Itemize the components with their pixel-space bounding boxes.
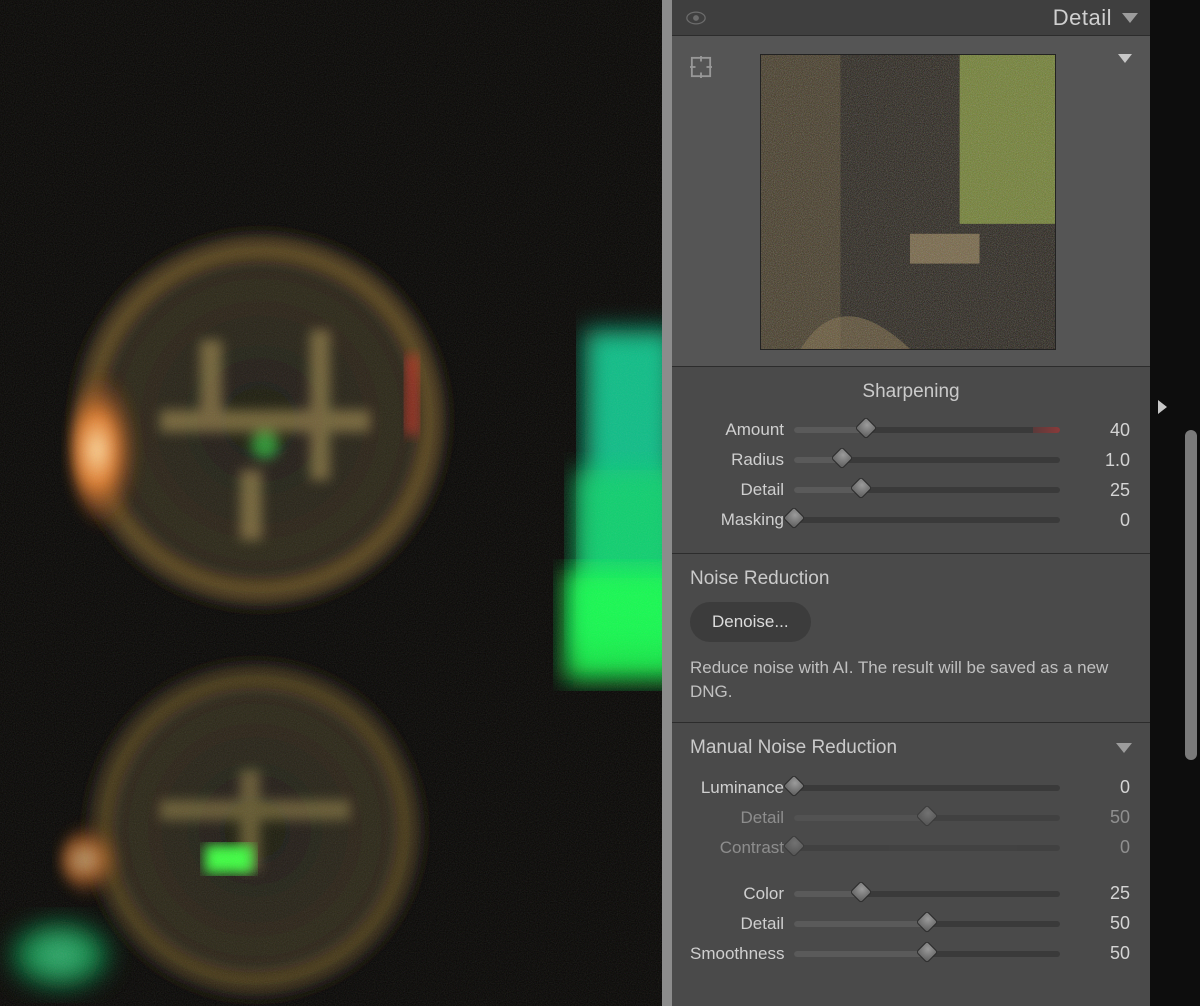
panel-divider[interactable] [662,0,672,1006]
right-gutter [1150,0,1200,1006]
color-detail-slider[interactable] [794,914,1060,934]
color-smoothness-thumb[interactable] [916,940,939,963]
luminance-luminance-slider[interactable] [794,778,1060,798]
sharpening-masking-label: Masking [690,510,784,530]
panel-header: Detail [672,0,1150,36]
manual-collapse-icon[interactable] [1116,743,1132,753]
sharpening-masking-row: Masking 0 [690,505,1132,535]
visibility-icon[interactable] [686,11,706,25]
luminance-luminance-thumb[interactable] [783,774,806,797]
sharpening-section: Sharpening Amount 40 Radius 1.0 Detail 25 Mask… [672,367,1150,554]
color-detail-label: Detail [690,914,784,934]
noise-reduction-title: Noise Reduction [690,568,1132,590]
sharpening-amount-value[interactable]: 40 [1070,420,1130,441]
panel-collapse-icon[interactable] [1122,13,1138,23]
luminance-detail-row: Detail 50 [690,803,1132,833]
panel-scrollbar[interactable] [1185,430,1197,760]
noise-reduction-section: Noise Reduction Denoise... Reduce noise … [672,554,1150,723]
denoise-button[interactable]: Denoise... [690,602,811,642]
luminance-luminance-label: Luminance [690,778,784,798]
luminance-contrast-label: Contrast [690,838,784,858]
main-image-content [0,0,662,1006]
expand-panel-icon[interactable] [1158,400,1167,414]
color-smoothness-row: Smoothness 50 [690,939,1132,969]
preview-collapse-icon[interactable] [1118,54,1132,63]
luminance-contrast-row: Contrast 0 [690,833,1132,863]
detail-preview-thumbnail[interactable] [760,54,1056,350]
color-detail-value[interactable]: 50 [1070,913,1130,934]
sharpening-detail-label: Detail [690,480,784,500]
sharpening-radius-value[interactable]: 1.0 [1070,450,1130,471]
color-smoothness-slider[interactable] [794,944,1060,964]
sharpening-masking-value[interactable]: 0 [1070,510,1130,531]
luminance-contrast-value: 0 [1070,837,1130,858]
luminance-luminance-value[interactable]: 0 [1070,777,1130,798]
main-image-view[interactable] [0,0,662,1006]
sharpening-amount-slider[interactable] [794,420,1060,440]
sharpening-radius-thumb[interactable] [831,447,854,470]
color-color-slider[interactable] [794,884,1060,904]
sharpening-radius-label: Radius [690,450,784,470]
sharpening-detail-value[interactable]: 25 [1070,480,1130,501]
detail-preview-section [672,36,1150,367]
color-detail-thumb[interactable] [916,910,939,933]
sharpening-radius-slider[interactable] [794,450,1060,470]
detail-picker-icon[interactable] [690,56,712,78]
sharpening-title: Sharpening [690,381,1132,403]
color-color-label: Color [690,884,784,904]
luminance-luminance-row: Luminance 0 [690,773,1132,803]
sharpening-amount-label: Amount [690,420,784,440]
sharpening-radius-row: Radius 1.0 [690,445,1132,475]
sharpening-detail-slider[interactable] [794,480,1060,500]
color-smoothness-label: Smoothness [690,944,784,964]
luminance-contrast-thumb [783,834,806,857]
manual-noise-reduction-section: Manual Noise Reduction Luminance 0 Detail 5… [672,723,1150,987]
detail-panel: Detail [672,0,1150,1006]
color-color-row: Color 25 [690,879,1132,909]
color-color-value[interactable]: 25 [1070,883,1130,904]
color-color-thumb[interactable] [849,880,872,903]
luminance-detail-slider [794,808,1060,828]
manual-noise-reduction-title: Manual Noise Reduction [690,737,897,759]
denoise-description: Reduce noise with AI. The result will be… [690,656,1132,704]
luminance-contrast-slider [794,838,1060,858]
panel-title: Detail [1053,5,1112,31]
luminance-detail-thumb [916,804,939,827]
sharpening-amount-row: Amount 40 [690,415,1132,445]
sharpening-detail-thumb[interactable] [849,477,872,500]
sharpening-masking-slider[interactable] [794,510,1060,530]
sharpening-detail-row: Detail 25 [690,475,1132,505]
sharpening-masking-thumb[interactable] [783,507,806,530]
luminance-detail-label: Detail [690,808,784,828]
color-smoothness-value[interactable]: 50 [1070,943,1130,964]
color-detail-row: Detail 50 [690,909,1132,939]
luminance-detail-value: 50 [1070,807,1130,828]
sharpening-amount-thumb[interactable] [854,417,877,440]
